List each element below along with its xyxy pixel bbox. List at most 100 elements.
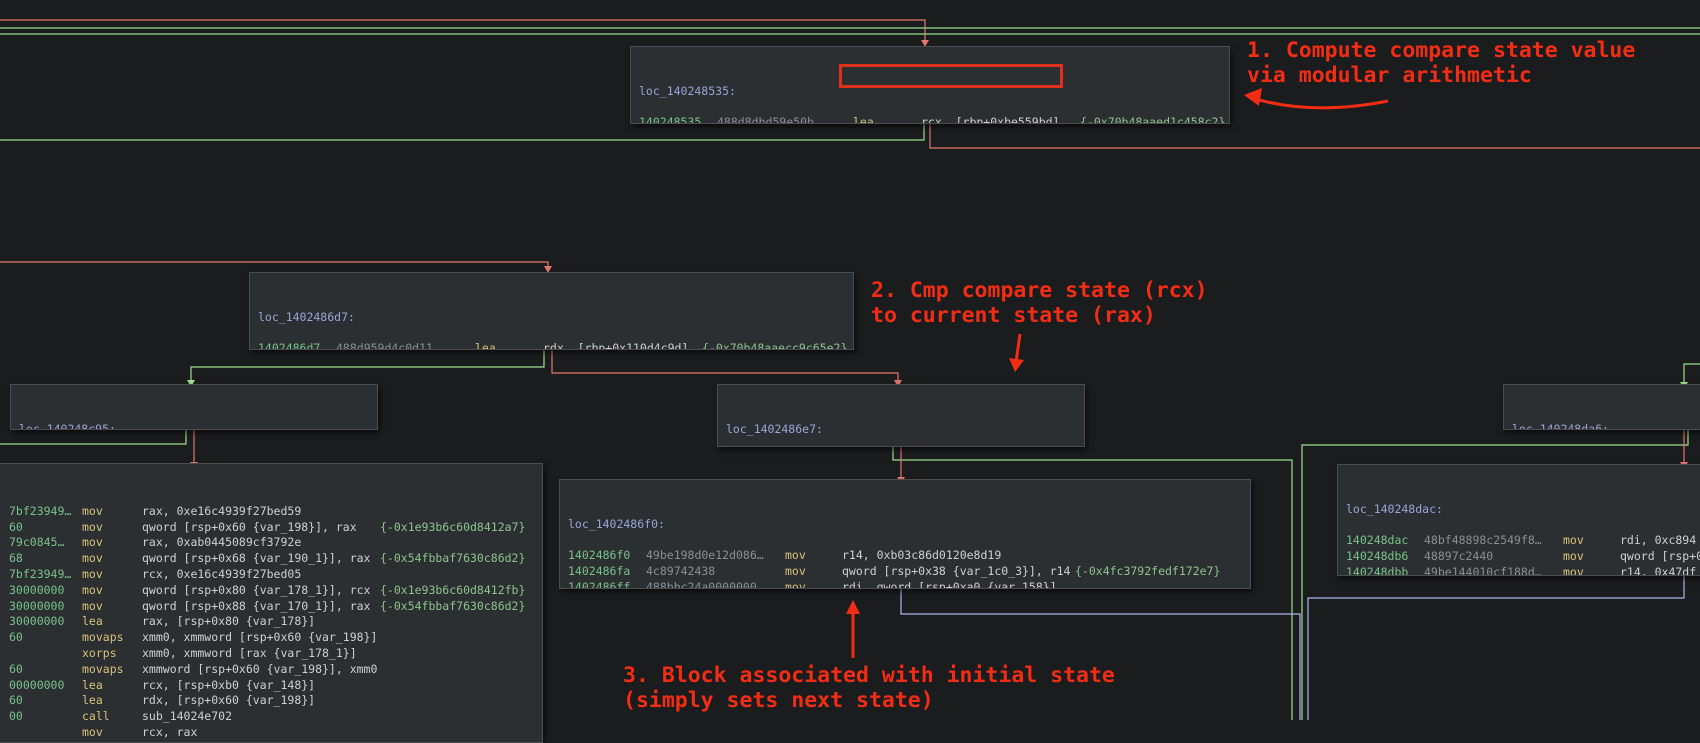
- instruction-ops[interactable]: sub_14024e702: [142, 709, 232, 725]
- instruction-ops[interactable]: rdi, qword [rsp+0xa0 {var_158}]: [842, 580, 1057, 588]
- instruction-ops[interactable]: rcx, rax: [142, 725, 197, 741]
- instruction-row[interactable]: 60 movaps xmmword [rsp+0x60 {var_198}], xm…: [0, 662, 534, 678]
- instruction-mnem: lea: [82, 677, 103, 692]
- instruction-addr[interactable]: 1402486fa: [568, 564, 630, 580]
- instruction-ops[interactable]: r14, 0xb03c86d0120e8d19: [842, 548, 1001, 564]
- instruction-addr[interactable]: 140248dac: [1346, 533, 1408, 549]
- annotation-arrowhead: [1009, 358, 1024, 372]
- instruction-ops[interactable]: rcx, 0xe16c4939f27bed05: [142, 567, 301, 583]
- instruction-row[interactable]: 30000000 mov qword [rsp+0x88 {var_170_1}],…: [0, 599, 534, 615]
- edge-line: [1307, 576, 1685, 720]
- instruction-addr[interactable]: 30000000: [9, 614, 64, 630]
- annotation-arrowhead: [1244, 88, 1262, 106]
- instruction-addr[interactable]: 140248db6: [1346, 549, 1408, 565]
- instruction-mnem: mov: [82, 503, 103, 518]
- annotation-step-1: 1. Compute compare state value via modul…: [1247, 38, 1636, 88]
- instruction-row[interactable]: xorps xmm0, xmmword [rax {var_178_1}]: [0, 646, 534, 662]
- instruction-ops[interactable]: qword [rsp+0x68 {var_190_1}], rax: [142, 551, 370, 567]
- instruction-addr[interactable]: 60: [9, 693, 23, 709]
- instruction-mnem: mov: [82, 598, 103, 613]
- instruction-addr[interactable]: 7bf23949…: [9, 504, 71, 520]
- instruction-ops[interactable]: qword [rsp+0x38 {var_1c0_3}], r14: [842, 564, 1070, 580]
- block-label[interactable]: loc_1402486e7:: [726, 422, 1076, 438]
- instruction-row[interactable]: 140248dac 48bf48898c2549f8… mov rdi, 0xc894: [1346, 533, 1700, 549]
- basic-block-1402486d7[interactable]: loc_1402486d7: 1402486d7 488d959d4c0d11 le…: [249, 272, 854, 350]
- instruction-comment: {-0x4fc3792fedf172e7}: [1075, 563, 1221, 578]
- instruction-addr[interactable]: 30000000: [9, 599, 64, 615]
- instruction-row[interactable]: 00 call sub_14024e702: [0, 709, 534, 725]
- instruction-row[interactable]: 30000000 lea rax, [rsp+0x80 {var_178}]: [0, 614, 534, 630]
- instruction-addr[interactable]: 00000000: [9, 678, 64, 694]
- instruction-row[interactable]: 79c0845… mov rax, 0xab0445089cf3792e: [0, 535, 534, 551]
- block-label[interactable]: loc_1402486f0:: [568, 517, 1242, 533]
- instruction-addr[interactable]: 60: [9, 520, 23, 536]
- instruction-row[interactable]: 1402486f0 49be198d0e12d086… mov r14, 0xb03c…: [568, 548, 1242, 564]
- instruction-comment: {-0x70b48aaed1c458c2}: [1080, 115, 1226, 124]
- annotation-step-3: 3. Block associated with initial state (…: [623, 663, 1115, 713]
- instruction-row[interactable]: 60 mov qword [rsp+0x60 {var_198}], rax {-0x…: [0, 520, 534, 536]
- instruction-addr[interactable]: 79c0845…: [9, 535, 64, 551]
- basic-block-140248da6[interactable]: loc_140248da6: 140248da60f8567f7ffff: [1503, 384, 1700, 430]
- instruction-ops[interactable]: rcx, [rbp+0xbe559bd]: [921, 115, 1059, 123]
- instruction-addr[interactable]: 140248535: [639, 115, 701, 123]
- instruction-addr[interactable]: 68: [9, 551, 23, 567]
- instruction-bytes: 49be198d0e12d086…: [646, 548, 764, 563]
- instruction-addr[interactable]: 1402486f0: [568, 548, 630, 564]
- basic-block-1402486e7[interactable]: loc_1402486e7: 1402486e74839c8cmprax, rc…: [717, 384, 1085, 447]
- instruction-mnem: lea: [82, 614, 103, 629]
- instruction-ops[interactable]: xmmword [rsp+0x60 {var_198}], xmm0: [142, 662, 377, 678]
- instruction-row[interactable]: 140248dbb 49be144010cf188d… mov r14, 0x47df: [1346, 565, 1700, 575]
- instruction-ops[interactable]: rcx, [rsp+0xb0 {var_148}]: [142, 678, 315, 694]
- instruction-addr[interactable]: 140248dbb: [1346, 565, 1408, 575]
- instruction-ops[interactable]: qword [rsp+0x80 {var_178_1}], rcx: [142, 583, 370, 599]
- instruction-comment: {-0x1e93b6c60d8412fb}: [380, 582, 526, 597]
- instruction-row[interactable]: 60 movaps xmm0, xmmword [rsp+0x60 {var_198…: [0, 630, 534, 646]
- instruction-row[interactable]: 1402486ff 488bbc24a0000000 mov rdi, qword […: [568, 580, 1242, 588]
- instruction-addr[interactable]: 1402486ff: [568, 580, 630, 588]
- instruction-row[interactable]: 30000000 mov qword [rsp+0x80 {var_178_1}],…: [0, 583, 534, 599]
- instruction-ops[interactable]: rax, [rsp+0x80 {var_178}]: [142, 614, 315, 630]
- instruction-row[interactable]: 140248db6 48897c2440 mov qword [rsp+0: [1346, 549, 1700, 565]
- basic-block-140248dac[interactable]: loc_140248dac: 140248dac 48bf48898c2549f8…: [1337, 464, 1700, 576]
- instruction-ops[interactable]: rdx, [rsp+0x60 {var_198}]: [142, 693, 315, 709]
- instruction-ops[interactable]: rax, 0xab0445089cf3792e: [142, 535, 301, 551]
- edge-line: [0, 124, 925, 141]
- instruction-ops[interactable]: rdi, 0xc894: [1620, 533, 1696, 549]
- instruction-mnem: lea: [82, 693, 103, 708]
- instruction-row[interactable]: 68 mov qword [rsp+0x68 {var_190_1}], rax {-…: [0, 551, 534, 567]
- instruction-ops[interactable]: xmm0, xmmword [rax {var_178_1}]: [142, 646, 357, 662]
- instruction-row[interactable]: mov rcx, rax: [0, 725, 534, 741]
- instruction-row[interactable]: 00000000 lea rcx, [rsp+0xb0 {var_148}]: [0, 678, 534, 694]
- block-label[interactable]: loc_1402486d7:: [258, 310, 845, 326]
- instruction-ops[interactable]: rax, 0xe16c4939f27bed59: [142, 504, 301, 520]
- instruction-ops[interactable]: qword [rsp+0: [1620, 549, 1700, 565]
- instruction-row[interactable]: 7bf23949… mov rcx, 0xe16c4939f27bed05: [0, 567, 534, 583]
- instruction-row[interactable]: 7bf23949… mov rax, 0xe16c4939f27bed59: [0, 504, 534, 520]
- basic-block-140248c95[interactable]: loc_140248c95: 140248c950f8578f8ffffjne0…: [10, 384, 378, 430]
- instruction-mnem: mov: [82, 566, 103, 581]
- instruction-addr[interactable]: 30000000: [9, 583, 64, 599]
- instruction-ops[interactable]: rdx, [rbp+0x110d4c9d]: [543, 341, 688, 349]
- instruction-addr[interactable]: 1402486d7: [258, 341, 320, 349]
- instruction-addr[interactable]: 60: [9, 662, 23, 678]
- annotation-step-2: 2. Cmp compare state (rcx) to current st…: [871, 278, 1208, 328]
- instruction-addr[interactable]: 7bf23949…: [9, 567, 71, 583]
- instruction-ops[interactable]: r14, 0x47df: [1620, 565, 1696, 575]
- instruction-row[interactable]: 60 lea rdx, [rsp+0x60 {var_198}]: [0, 693, 534, 709]
- instruction-ops[interactable]: xmm0, xmmword [rsp+0x60 {var_198}]: [142, 630, 377, 646]
- basic-block-1402486f0[interactable]: loc_1402486f0: 1402486f0 49be198d0e12d086…: [559, 479, 1251, 589]
- block-label[interactable]: loc_140248c95:: [19, 422, 369, 429]
- instruction-addr[interactable]: 00: [9, 709, 23, 725]
- instruction-row[interactable]: 140248535 488d8dbd59e50b lea rcx, [rbp+0xbe…: [639, 115, 1225, 123]
- basic-block-left-partial[interactable]: 7bf23949… mov rax, 0xe16c4939f27bed59 60 mov…: [0, 463, 543, 743]
- instruction-ops[interactable]: qword [rsp+0x88 {var_170_1}], rax: [142, 599, 370, 615]
- block-label[interactable]: loc_140248da6:: [1512, 422, 1700, 429]
- instruction-ops[interactable]: qword [rsp+0x60 {var_198}], rax: [142, 520, 357, 536]
- highlight-box: [839, 64, 1063, 88]
- block-label[interactable]: loc_140248dac:: [1346, 502, 1700, 518]
- instruction-addr[interactable]: 60: [9, 630, 23, 646]
- instruction-row[interactable]: 1402486d7 488d959d4c0d11 lea rdx, [rbp+0x11…: [258, 341, 847, 349]
- instruction-mnem: movaps: [82, 630, 124, 645]
- edge-line: [929, 124, 1700, 149]
- instruction-row[interactable]: 1402486fa 4c89742438 mov qword [rsp+0x38 {v…: [568, 564, 1242, 580]
